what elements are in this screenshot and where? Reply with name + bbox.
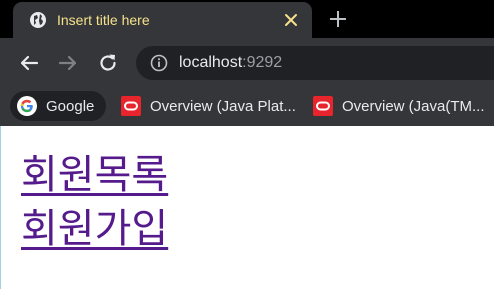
bookmark-label: Overview (Java(TM... — [342, 97, 485, 115]
bookmark-google[interactable]: Google — [10, 91, 106, 121]
reload-icon[interactable] — [97, 52, 119, 74]
arrow-left-icon[interactable] — [18, 52, 40, 74]
bookmark-label: Overview (Java Plat... — [150, 97, 296, 115]
url-port: :9292 — [242, 54, 283, 71]
page-edge — [0, 126, 1, 289]
oracle-icon — [312, 95, 334, 117]
close-icon[interactable] — [282, 11, 300, 29]
browser-tab[interactable]: Insert title here — [13, 2, 312, 38]
bookmarks-bar: Google Overview (Java Plat... Overview (… — [0, 88, 494, 126]
bookmark-label: Google — [46, 97, 95, 115]
info-icon[interactable] — [150, 54, 168, 72]
oracle-icon — [120, 95, 142, 117]
arrow-right-icon[interactable] — [57, 52, 79, 74]
tab-title: Insert title here — [57, 12, 150, 28]
plus-icon[interactable] — [328, 9, 348, 29]
url-text: localhost:9292 — [179, 53, 282, 73]
bookmark-java-platform[interactable]: Overview (Java Plat... — [112, 91, 296, 121]
member-join-link[interactable]: 회원가입 — [21, 206, 168, 252]
google-icon — [16, 95, 38, 117]
bookmark-java-tm[interactable]: Overview (Java(TM... — [304, 91, 485, 121]
address-bar[interactable]: localhost:9292 — [136, 46, 494, 80]
tab-strip: Insert title here — [0, 0, 494, 38]
member-list-link[interactable]: 회원목록 — [21, 152, 168, 198]
url-host: localhost — [179, 54, 243, 71]
globe-icon — [30, 12, 46, 28]
